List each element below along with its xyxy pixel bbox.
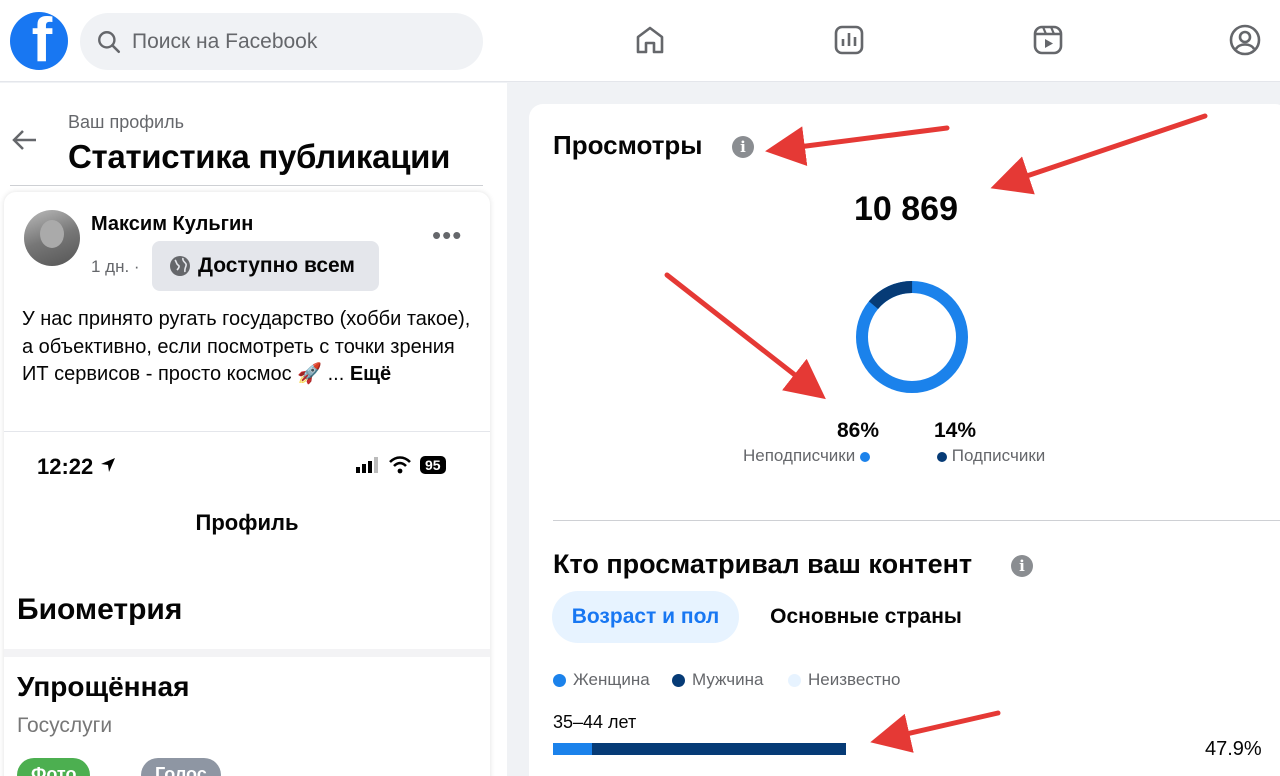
screenshot-header: Профиль — [195, 510, 299, 535]
bar-male — [591, 743, 846, 755]
audience-label: Доступно всем — [198, 254, 355, 277]
post-time[interactable]: 1 дн. · — [91, 257, 140, 277]
post-author[interactable]: Максим Кульгин — [91, 213, 253, 236]
views-donut-chart — [856, 281, 968, 393]
dot-icon — [859, 451, 870, 462]
avatar[interactable] — [24, 210, 80, 266]
dot-icon — [672, 673, 685, 687]
insights-icon[interactable] — [829, 20, 869, 60]
views-title: Просмотры — [553, 130, 703, 160]
page-title: Статистика публикации — [68, 138, 451, 175]
followers-pct: 14% — [934, 419, 977, 442]
status-time: 12:22 — [37, 454, 117, 480]
search-icon — [98, 30, 121, 53]
legend-non-followers: Неподписчики — [743, 446, 870, 466]
divider — [553, 520, 1280, 521]
home-icon[interactable] — [630, 20, 670, 60]
dot-icon — [937, 451, 947, 462]
signal-icon — [356, 457, 378, 473]
chip-photo: Фото — [17, 758, 91, 776]
legend-male: Мужчина — [672, 670, 763, 690]
tab-top-countries[interactable]: Основные страны — [752, 591, 980, 643]
non-followers-pct: 86% — [837, 419, 880, 442]
divider — [10, 185, 483, 186]
reels-icon[interactable] — [1028, 20, 1068, 60]
back-arrow-icon[interactable] — [10, 125, 40, 155]
globe-icon — [170, 256, 190, 276]
audience-title: Кто просматривал ваш контент — [553, 549, 973, 579]
dot-icon — [788, 673, 801, 687]
screenshot-section: Биометрия — [17, 593, 183, 626]
battery-icon: 95 — [420, 456, 446, 474]
info-icon[interactable]: i — [732, 136, 754, 158]
audience-button[interactable]: Доступно всем — [152, 241, 379, 291]
top-bar: f — [0, 0, 1280, 82]
facebook-logo[interactable]: f — [10, 12, 68, 70]
more-options-icon[interactable]: ••• — [432, 220, 462, 251]
profile-icon[interactable] — [1225, 20, 1265, 60]
age-group-label: 35–44 лет — [553, 712, 637, 732]
post-card: Максим Кульгин 1 дн. · Доступно всем •••… — [4, 192, 490, 776]
divider — [4, 649, 490, 657]
search-box[interactable] — [80, 13, 483, 70]
screenshot-subsection: Упрощённая — [17, 671, 190, 702]
wifi-icon — [389, 456, 411, 474]
screenshot-provider: Госуслуги — [17, 714, 113, 737]
divider — [4, 431, 490, 432]
see-more-link[interactable]: Ещё — [350, 363, 391, 385]
status-icons: 95 — [356, 456, 446, 474]
legend-female: Женщина — [553, 670, 650, 690]
legend-followers: Подписчики — [937, 446, 1045, 466]
post-text: У нас принято ругать государство (хобби … — [22, 308, 471, 385]
views-total: 10 869 — [854, 190, 958, 228]
chip-voice: Голос — [141, 758, 221, 776]
age-group-bar — [553, 743, 846, 755]
location-arrow-icon — [101, 458, 116, 472]
info-icon[interactable]: i — [1011, 555, 1033, 577]
legend-unknown: Неизвестно — [788, 670, 900, 690]
breadcrumb[interactable]: Ваш профиль — [68, 112, 184, 133]
bar-female — [553, 743, 592, 755]
search-input[interactable] — [132, 29, 462, 54]
donut-followers — [856, 281, 968, 393]
age-group-pct: 47.9% — [1205, 738, 1262, 760]
dot-icon — [553, 673, 566, 687]
tab-age-gender[interactable]: Возраст и пол — [552, 591, 739, 643]
